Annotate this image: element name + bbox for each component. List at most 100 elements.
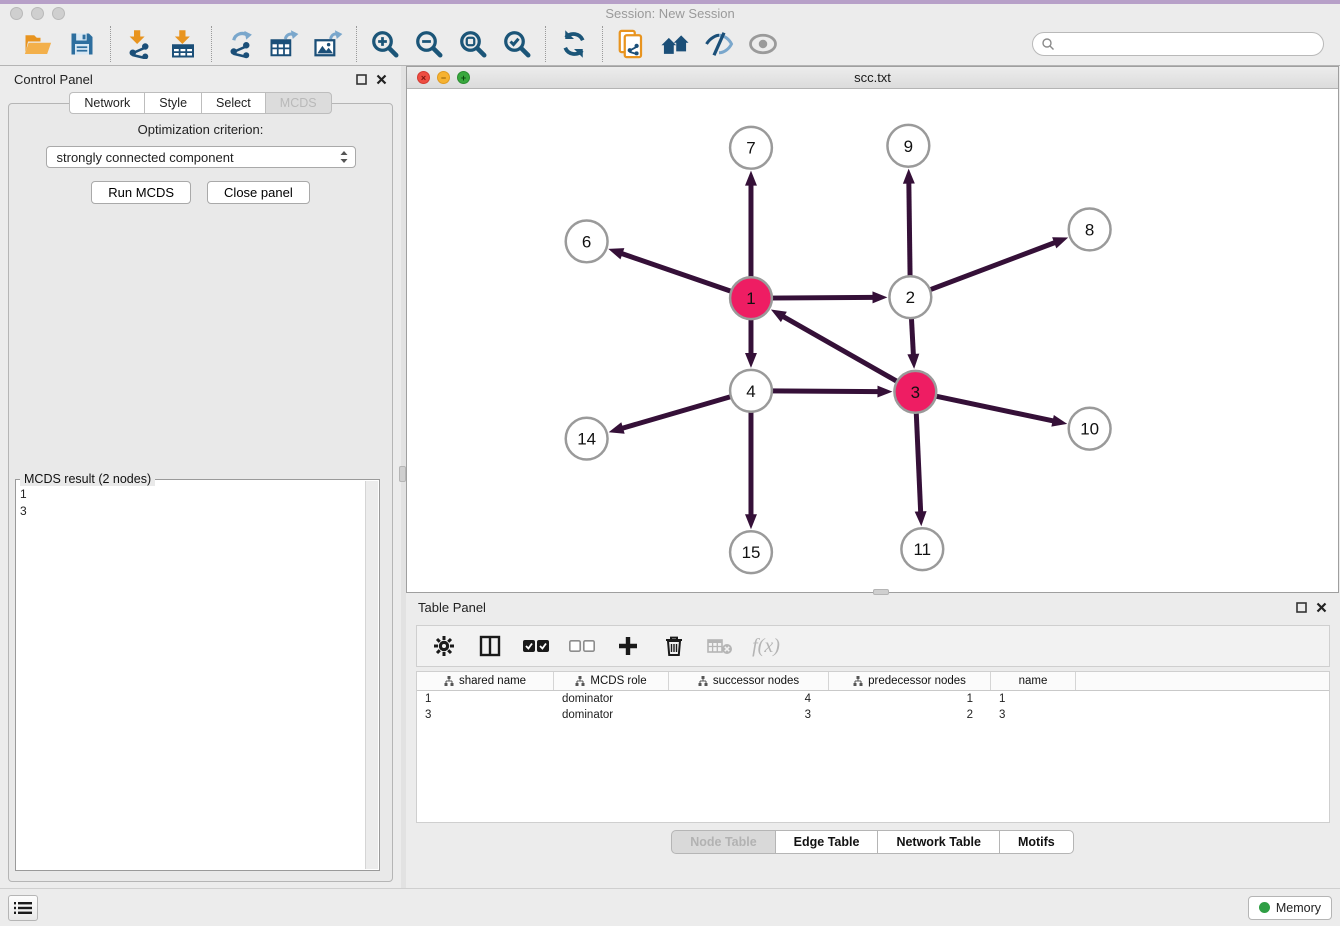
edge-3-10[interactable]: [932, 395, 1067, 426]
edge-1-4[interactable]: [745, 315, 757, 368]
deselect-all-columns-icon[interactable]: [569, 633, 595, 659]
open-file-icon[interactable]: [22, 28, 54, 60]
edge-3-1[interactable]: [771, 310, 901, 384]
network-canvas[interactable]: 7 9 6 8 1 2 4 3 14 10 15 11: [407, 90, 1338, 592]
search-field[interactable]: [1032, 32, 1324, 56]
float-panel-icon[interactable]: [355, 73, 367, 85]
save-session-icon[interactable]: [66, 28, 98, 60]
export-network-icon[interactable]: [224, 28, 256, 60]
clone-network-icon[interactable]: [615, 28, 647, 60]
edge-2-9[interactable]: [903, 169, 915, 281]
edge-4-15[interactable]: [745, 408, 757, 530]
edge-1-6[interactable]: [608, 248, 735, 293]
first-neighbors-icon[interactable]: [659, 28, 691, 60]
task-history-button[interactable]: [8, 895, 38, 921]
close-panel-button[interactable]: Close panel: [207, 181, 310, 204]
column-header-shared-name[interactable]: shared name: [417, 672, 554, 690]
node-table: shared nameMCDS rolesuccessor nodesprede…: [416, 671, 1330, 823]
edge-2-3[interactable]: [907, 314, 919, 369]
memory-label: Memory: [1276, 901, 1321, 915]
export-table-icon[interactable]: [268, 28, 300, 60]
control-tab-network[interactable]: Network: [69, 92, 144, 114]
table-panel-tabs: Node TableEdge TableNetwork TableMotifs: [406, 830, 1339, 854]
svg-text:4: 4: [746, 382, 755, 401]
table-tab-network-table[interactable]: Network Table: [877, 830, 999, 854]
import-network-icon[interactable]: [123, 28, 155, 60]
table-cell: dominator: [554, 709, 669, 721]
show-column-panel-icon[interactable]: [477, 633, 503, 659]
create-column-icon[interactable]: [615, 633, 641, 659]
table-cell: 3: [669, 709, 829, 721]
search-input[interactable]: [1059, 37, 1315, 51]
memory-button[interactable]: Memory: [1248, 896, 1332, 920]
export-image-icon[interactable]: [312, 28, 344, 60]
run-mcds-button[interactable]: Run MCDS: [91, 181, 191, 204]
table-cell: 3: [417, 709, 554, 721]
node-1[interactable]: 1: [730, 277, 772, 319]
table-tab-edge-table[interactable]: Edge Table: [775, 830, 878, 854]
show-all-icon[interactable]: [747, 28, 779, 60]
table-row[interactable]: 1dominator411: [417, 691, 1329, 707]
node-14[interactable]: 14: [566, 418, 608, 460]
node-6[interactable]: 6: [566, 220, 608, 262]
zoom-selected-icon[interactable]: [501, 28, 533, 60]
mcds-result-scrollbar[interactable]: [365, 481, 378, 869]
edge-1-7[interactable]: [745, 171, 757, 282]
optimization-criterion-select[interactable]: strongly connected component: [46, 146, 356, 168]
import-table-icon[interactable]: [167, 28, 199, 60]
delete-column-icon[interactable]: [661, 633, 687, 659]
table-panel: Table Panel f(x) shared n: [406, 595, 1339, 888]
mcds-result-list: 13: [20, 486, 365, 869]
edge-3-11[interactable]: [915, 409, 927, 527]
control-tab-style[interactable]: Style: [144, 92, 201, 114]
main-titlebar: Session: New Session: [0, 4, 1340, 22]
node-7[interactable]: 7: [730, 127, 772, 169]
control-tab-mcds[interactable]: MCDS: [265, 92, 332, 114]
column-header-predecessor-nodes[interactable]: predecessor nodes: [829, 672, 991, 690]
svg-text:14: 14: [577, 430, 596, 449]
zoom-out-icon[interactable]: [413, 28, 445, 60]
node-4[interactable]: 4: [730, 370, 772, 412]
node-8[interactable]: 8: [1069, 209, 1111, 251]
node-2[interactable]: 2: [889, 276, 931, 318]
table-tab-node-table[interactable]: Node Table: [671, 830, 774, 854]
edge-1-2[interactable]: [768, 291, 888, 303]
search-area: [1032, 32, 1324, 56]
node-9[interactable]: 9: [887, 125, 929, 167]
network-minimize-button[interactable]: −: [437, 71, 450, 84]
column-sort-icon: [444, 676, 454, 686]
network-maximize-button[interactable]: +: [457, 71, 470, 84]
list-icon: [14, 901, 32, 915]
svg-text:10: 10: [1080, 420, 1099, 439]
column-header-successor-nodes[interactable]: successor nodes: [669, 672, 829, 690]
hide-selected-icon[interactable]: [703, 28, 735, 60]
node-15[interactable]: 15: [730, 531, 772, 573]
zoom-in-icon[interactable]: [369, 28, 401, 60]
close-panel-icon[interactable]: [375, 73, 387, 85]
control-tab-select[interactable]: Select: [201, 92, 265, 114]
edge-4-3[interactable]: [768, 386, 893, 398]
node-10[interactable]: 10: [1069, 408, 1111, 450]
svg-text:15: 15: [742, 543, 761, 562]
table-settings-icon[interactable]: [431, 633, 457, 659]
table-tab-motifs[interactable]: Motifs: [999, 830, 1074, 854]
edge-4-14[interactable]: [609, 396, 735, 434]
column-header-name[interactable]: name: [991, 672, 1076, 690]
table-cell: 4: [669, 693, 829, 705]
table-row[interactable]: 3dominator323: [417, 707, 1329, 723]
refresh-view-icon[interactable]: [558, 28, 590, 60]
close-table-panel-icon[interactable]: [1315, 602, 1327, 614]
splitter-grip[interactable]: [399, 466, 406, 482]
node-3[interactable]: 3: [894, 371, 936, 413]
control-panel-tabs: NetworkStyleSelectMCDS: [0, 92, 401, 114]
float-table-panel-icon[interactable]: [1295, 602, 1307, 614]
edge-2-8[interactable]: [926, 237, 1068, 291]
network-close-button[interactable]: ×: [417, 71, 430, 84]
table-panel-title: Table Panel: [418, 600, 486, 615]
mcds-result-box: MCDS result (2 nodes) 13: [15, 479, 380, 871]
zoom-fit-icon[interactable]: [457, 28, 489, 60]
column-header-mcds-role[interactable]: MCDS role: [554, 672, 669, 690]
select-all-columns-icon[interactable]: [523, 633, 549, 659]
svg-text:11: 11: [914, 540, 932, 559]
node-11[interactable]: 11: [901, 528, 943, 570]
